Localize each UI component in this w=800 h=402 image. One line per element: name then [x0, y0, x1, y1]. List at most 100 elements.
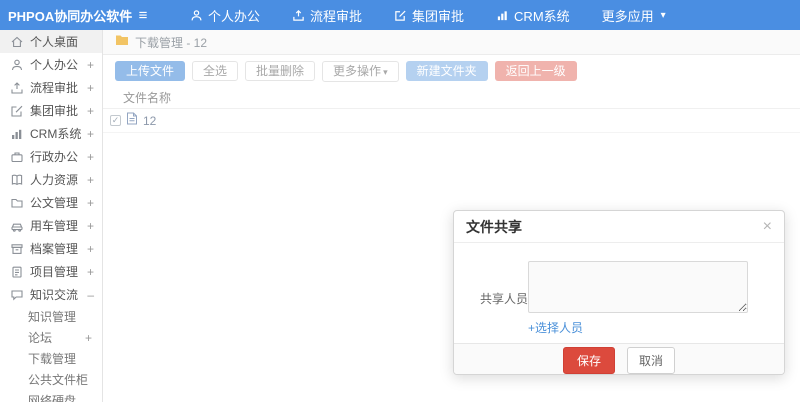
topbar: PHPOA协同办公软件 ≡ 个人办公 流程审批 集团审批 CRM系统 更多应用 … — [0, 0, 800, 30]
app-logo: PHPOA协同办公软件 — [8, 8, 133, 24]
modal-body: 共享人员 +选择人员 — [454, 243, 784, 343]
select-members-link[interactable]: +选择人员 — [528, 319, 748, 336]
nav-workflow-approval[interactable]: 流程审批 — [276, 0, 378, 30]
caret-down-icon: ▾ — [383, 67, 388, 77]
nav-group-approval[interactable]: 集团审批 — [378, 0, 480, 30]
app-window: PHPOA协同办公软件 ≡ 个人办公 流程审批 集团审批 CRM系统 更多应用 … — [0, 0, 800, 402]
share-members-label: 共享人员 — [480, 292, 529, 306]
expand-icon[interactable]: + — [84, 58, 94, 72]
nav-label: 更多应用 — [601, 8, 654, 24]
sidebar-item-label: 档案管理 — [30, 242, 79, 256]
file-row[interactable]: ✓ 12 — [103, 109, 800, 133]
book-icon — [10, 173, 24, 187]
sidebar-item-knowledge-exchange[interactable]: 知识交流 – — [0, 283, 102, 306]
close-icon[interactable]: × — [763, 218, 772, 235]
expand-icon[interactable]: + — [84, 173, 94, 187]
sidebar-item-personal-office[interactable]: 个人办公 + — [0, 53, 102, 76]
sidebar-subitem-label: 公共文件柜 — [28, 373, 89, 387]
row-checkbox[interactable]: ✓ — [110, 115, 121, 126]
sidebar-item-vehicle-mgmt[interactable]: 用车管理 + — [0, 214, 102, 237]
caret-down-icon: ▾ — [660, 9, 666, 21]
sidebar-item-project-mgmt[interactable]: 项目管理 + — [0, 260, 102, 283]
sidebar-item-label: CRM系统 — [30, 127, 82, 141]
sidebar-item-label: 个人桌面 — [30, 35, 79, 49]
sidebar-item-label: 公文管理 — [30, 196, 79, 210]
expand-icon[interactable]: + — [84, 150, 94, 164]
collapse-icon[interactable]: – — [84, 288, 94, 302]
top-nav: 个人办公 流程审批 集团审批 CRM系统 更多应用 ▾ — [174, 0, 682, 30]
clipboard-icon — [10, 265, 24, 279]
sidebar-item-group-approval[interactable]: 集团审批 + — [0, 99, 102, 122]
file-icon — [126, 112, 138, 130]
sidebar-subitem-label: 网络硬盘 — [28, 394, 77, 402]
modal-title: 文件共享 — [466, 218, 522, 235]
expand-icon[interactable]: + — [84, 127, 94, 141]
new-folder-button[interactable]: 新建文件夹 — [405, 61, 488, 81]
toolbar: 上传文件 全选 批量删除 更多操作 ▾ 新建文件夹 返回上一级 — [103, 55, 800, 82]
nav-label: 流程审批 — [310, 8, 363, 24]
sidebar-item-label: 项目管理 — [30, 265, 79, 279]
sidebar-item-document-mgmt[interactable]: 公文管理 + — [0, 191, 102, 214]
edit-icon — [10, 104, 24, 118]
share-members-textarea[interactable] — [528, 261, 748, 313]
user-icon — [10, 58, 24, 72]
edit-icon — [394, 9, 407, 22]
expand-icon[interactable]: + — [84, 242, 94, 256]
save-button[interactable]: 保存 — [562, 346, 615, 374]
sidebar: 个人桌面 个人办公 + 流程审批 + 集团审批 + CRM系统 + 行政办公 +… — [0, 30, 103, 402]
expand-icon[interactable]: + — [84, 196, 94, 210]
expand-icon[interactable]: + — [84, 81, 94, 95]
folder-icon — [115, 33, 129, 51]
sidebar-subitem-download-mgmt[interactable]: 下载管理 — [0, 348, 102, 369]
sidebar-item-crm[interactable]: CRM系统 + — [0, 122, 102, 145]
sidebar-subitem-forum[interactable]: 论坛 + — [0, 327, 102, 348]
modal-footer: 保存 取消 — [454, 343, 784, 374]
more-actions-button[interactable]: 更多操作 ▾ — [322, 61, 399, 82]
expand-icon[interactable]: + — [84, 265, 94, 279]
nav-label: CRM系统 — [514, 8, 570, 24]
nav-more-apps[interactable]: 更多应用 ▾ — [586, 0, 682, 30]
expand-icon[interactable]: + — [82, 331, 92, 345]
breadcrumb-text: 下载管理 - 12 — [135, 35, 208, 50]
select-all-button[interactable]: 全选 — [192, 61, 239, 81]
sidebar-item-label: 行政办公 — [30, 150, 79, 164]
nav-label: 集团审批 — [412, 8, 465, 24]
chat-icon — [10, 288, 24, 302]
sidebar-item-admin-office[interactable]: 行政办公 + — [0, 145, 102, 168]
chart-icon — [496, 9, 509, 22]
archive-icon — [10, 242, 24, 256]
file-name[interactable]: 12 — [143, 114, 156, 128]
menu-toggle-icon[interactable]: ≡ — [128, 7, 158, 24]
sidebar-item-workflow-approval[interactable]: 流程审批 + — [0, 76, 102, 99]
cancel-button[interactable]: 取消 — [627, 346, 676, 374]
sidebar-subitem-knowledge-mgmt[interactable]: 知识管理 — [0, 306, 102, 327]
nav-label: 个人办公 — [208, 8, 261, 24]
sidebar-subitem-label: 知识管理 — [28, 310, 77, 324]
nav-personal-office[interactable]: 个人办公 — [174, 0, 276, 30]
sidebar-item-label: 流程审批 — [30, 81, 79, 95]
batch-delete-button[interactable]: 批量删除 — [245, 61, 316, 81]
expand-icon[interactable]: + — [84, 104, 94, 118]
nav-crm[interactable]: CRM系统 — [480, 0, 586, 30]
workflow-icon — [292, 9, 305, 22]
user-icon — [190, 9, 203, 22]
expand-icon[interactable]: + — [84, 219, 94, 233]
sidebar-subitem-public-file-cabinet[interactable]: 公共文件柜 — [0, 369, 102, 390]
sidebar-item-hr[interactable]: 人力资源 + — [0, 168, 102, 191]
folder-icon — [10, 196, 24, 210]
sidebar-subitem-label: 论坛 — [28, 331, 53, 345]
sidebar-item-label: 知识交流 — [30, 288, 79, 302]
sidebar-item-archive-mgmt[interactable]: 档案管理 + — [0, 237, 102, 260]
chart-icon — [10, 127, 24, 141]
home-icon — [10, 35, 24, 49]
more-actions-label: 更多操作 — [333, 64, 382, 78]
sidebar-item-desktop[interactable]: 个人桌面 — [0, 30, 102, 53]
modal-header: 文件共享 × — [454, 211, 784, 243]
sidebar-item-label: 个人办公 — [30, 58, 79, 72]
breadcrumb: 下载管理 - 12 — [103, 30, 800, 55]
sidebar-subitem-network-disk[interactable]: 网络硬盘 — [0, 390, 102, 402]
back-button[interactable]: 返回上一级 — [494, 61, 577, 81]
briefcase-icon — [10, 150, 24, 164]
file-name-column-header: 文件名称 — [123, 91, 172, 105]
upload-file-button[interactable]: 上传文件 — [115, 61, 186, 81]
